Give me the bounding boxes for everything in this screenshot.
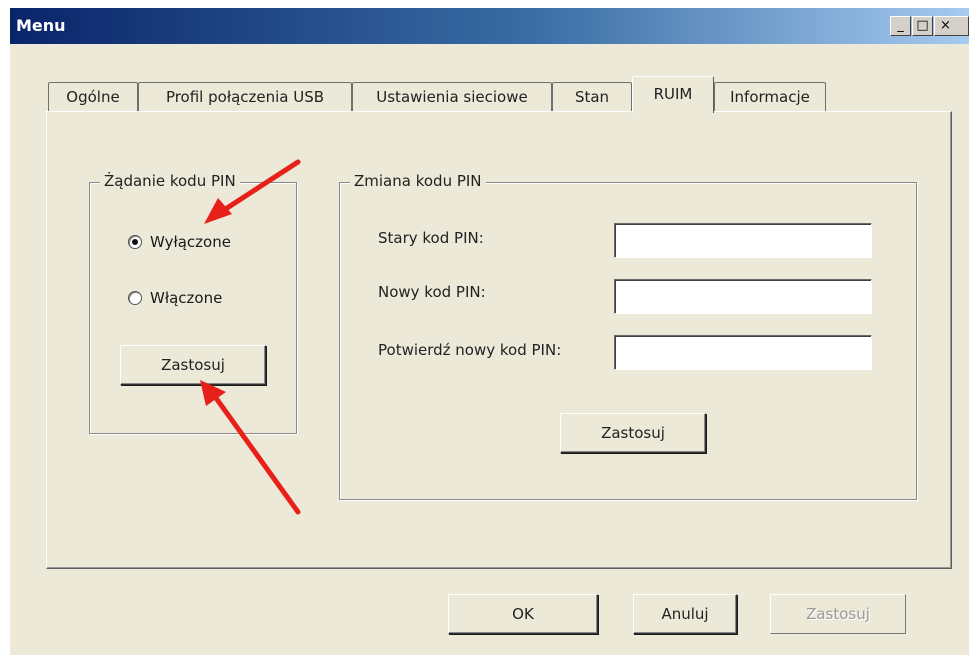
tab-ruim[interactable]: RUIM (632, 76, 714, 113)
annotation-arrows (200, 159, 301, 515)
arrow-to-disabled-option (204, 159, 301, 224)
arrow-to-apply-button (200, 380, 301, 515)
